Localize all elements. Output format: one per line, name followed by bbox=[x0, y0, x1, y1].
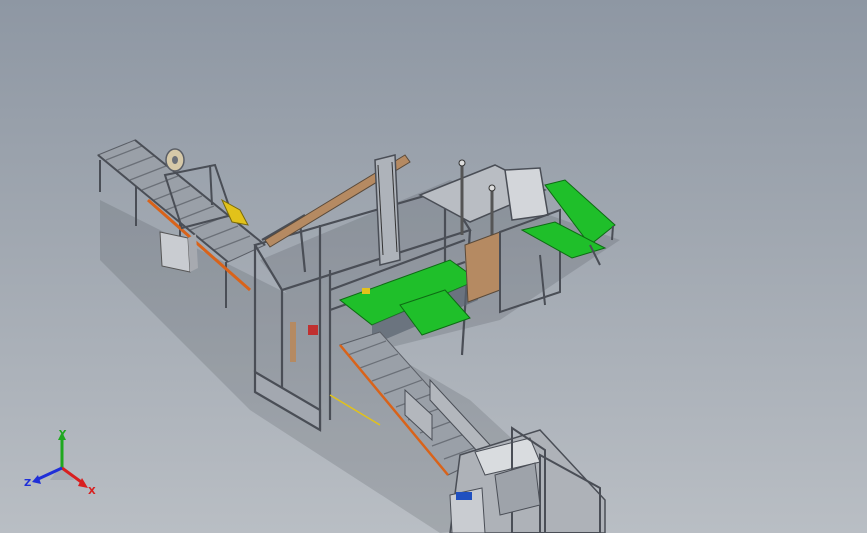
z-axis-label: Z bbox=[24, 478, 31, 489]
x-axis-label: X bbox=[88, 486, 96, 497]
cad-viewport[interactable]: Y X Z bbox=[0, 0, 867, 533]
y-axis-label: Y bbox=[58, 429, 67, 440]
assembly-model[interactable] bbox=[0, 0, 867, 533]
orientation-triad: Y X Z bbox=[24, 429, 96, 497]
